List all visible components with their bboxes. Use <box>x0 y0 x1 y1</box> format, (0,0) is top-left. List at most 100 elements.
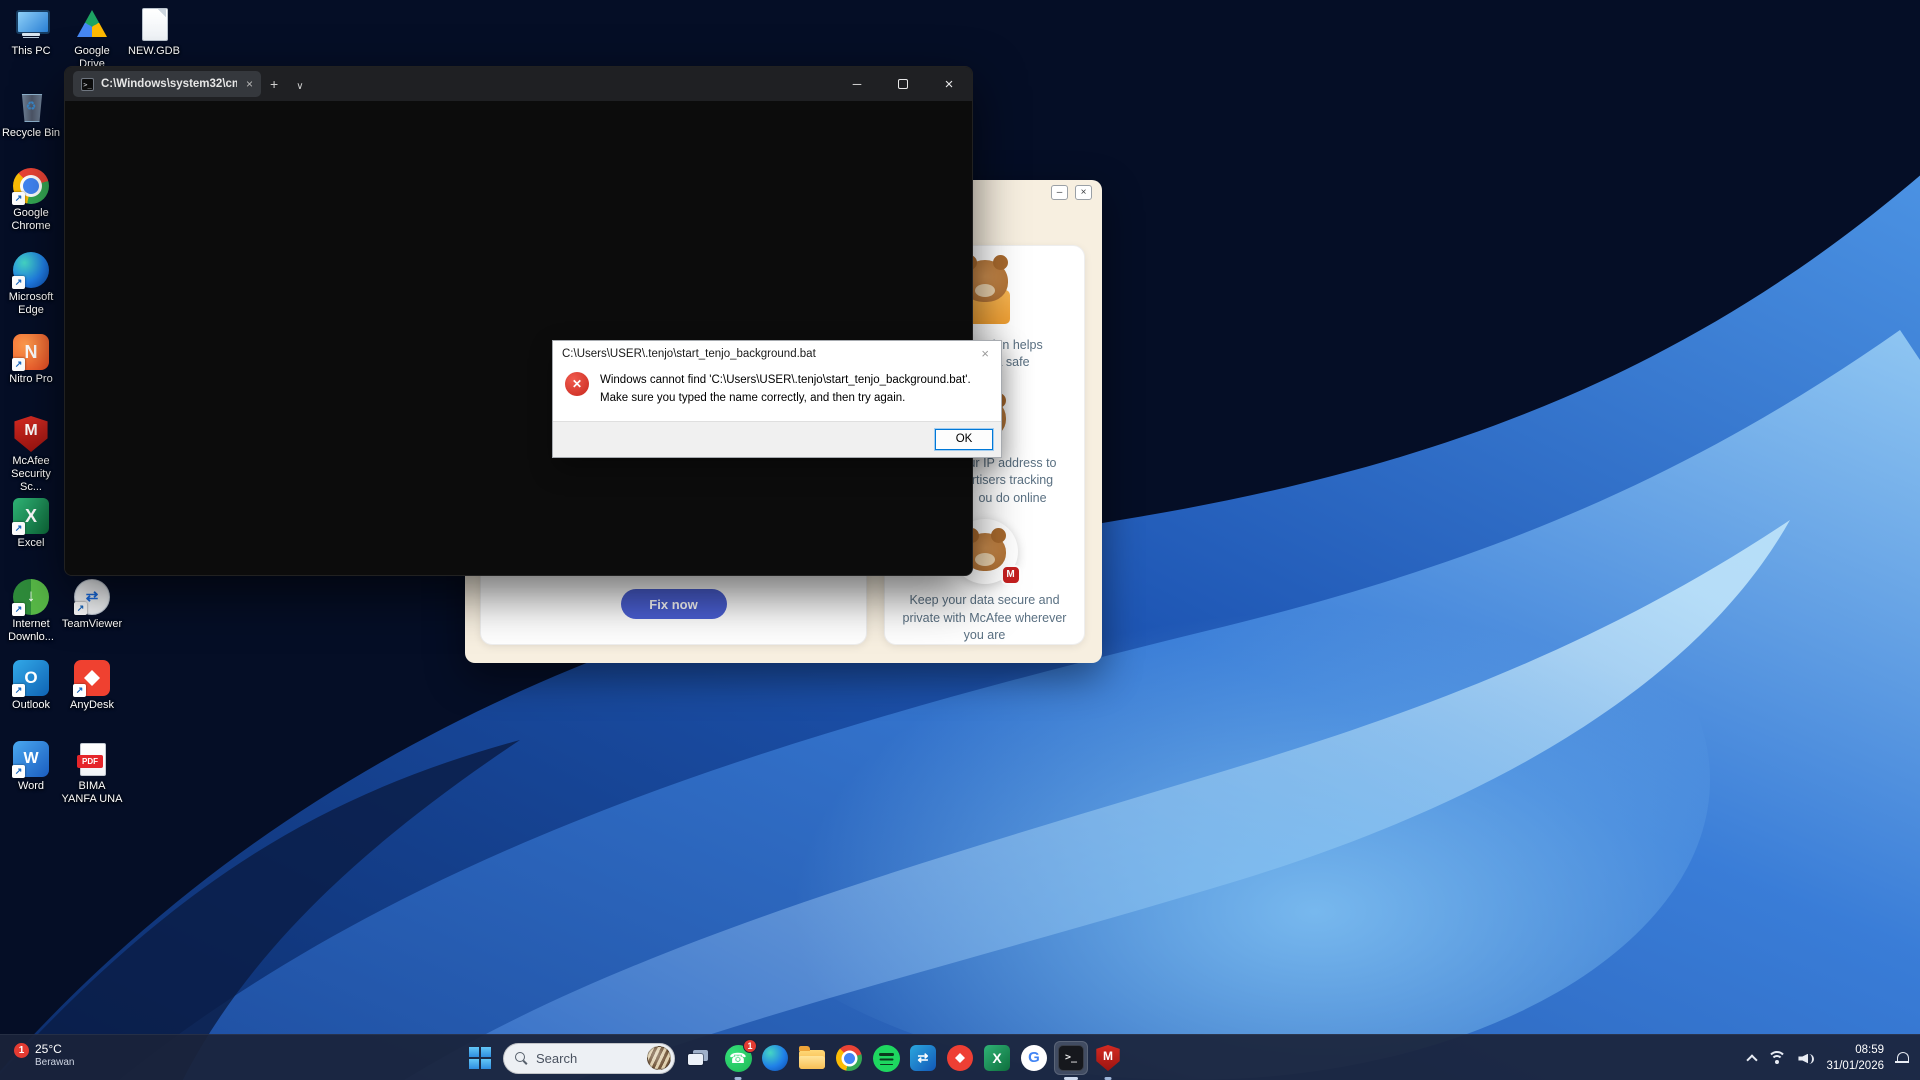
desktop-icon-microsoft-edge[interactable]: Microsoft Edge <box>0 252 62 317</box>
clock-time: 08:59 <box>1826 1042 1884 1058</box>
shortcut-arrow-icon <box>12 192 25 205</box>
weather-widget[interactable]: 1 25°C Berawan <box>14 1042 74 1068</box>
mcafee-m-badge <box>1001 565 1021 585</box>
desktop-icon-outlook[interactable]: Outlook <box>0 660 62 712</box>
teamviewer-icon <box>910 1045 936 1071</box>
desktop-icon-google-chrome[interactable]: Google Chrome <box>0 168 62 233</box>
error-message: Windows cannot find 'C:\Users\USER\.tenj… <box>600 372 978 408</box>
search-box[interactable]: Search <box>503 1043 675 1074</box>
recycle-bin-icon <box>13 88 49 124</box>
taskbar-terminal-button[interactable] <box>1054 1041 1088 1075</box>
anydesk-icon <box>947 1045 973 1071</box>
search-highlight-image[interactable] <box>647 1046 671 1070</box>
desktop-icon-label: Outlook <box>0 699 62 712</box>
shortcut-arrow-icon <box>12 522 25 535</box>
desktop-icon-label: Internet Downlo... <box>0 618 62 644</box>
windows-logo-icon <box>469 1047 491 1069</box>
taskbar-whatsapp-button[interactable]: 1 <box>721 1041 755 1075</box>
clock-date: 31/01/2026 <box>1826 1058 1884 1074</box>
desktop-icon-label: McAfee Security Sc... <box>0 455 62 495</box>
desktop-icon-idm[interactable]: Internet Downlo... <box>0 579 62 644</box>
task-view-button[interactable] <box>678 1040 718 1076</box>
search-icon <box>515 1052 528 1065</box>
error-dialog-titlebar[interactable]: C:\Users\USER\.tenjo\start_tenjo_backgro… <box>553 341 1001 366</box>
shortcut-arrow-icon <box>12 276 25 289</box>
terminal-content[interactable] <box>65 101 972 576</box>
clock[interactable]: 08:59 31/01/2026 <box>1826 1042 1884 1074</box>
terminal-titlebar[interactable]: C:\Windows\system32\cmd.e <box>65 67 972 101</box>
terminal-window: C:\Windows\system32\cmd.e <box>64 66 973 576</box>
mcafee-icon <box>1095 1045 1121 1071</box>
this-pc-icon <box>13 6 49 42</box>
search-placeholder: Search <box>536 1051 639 1066</box>
mcafee-close-button[interactable] <box>1075 185 1092 200</box>
shortcut-arrow-icon <box>12 358 25 371</box>
taskbar-file-explorer-button[interactable] <box>795 1041 829 1075</box>
ok-button[interactable]: OK <box>935 429 993 450</box>
chrome-icon <box>13 168 49 204</box>
desktop-icon-excel[interactable]: Excel <box>0 498 62 550</box>
desktop-icon-this-pc[interactable]: This PC <box>0 6 62 58</box>
taskbar-teamviewer-button[interactable] <box>906 1041 940 1075</box>
error-dialog: C:\Users\USER\.tenjo\start_tenjo_backgro… <box>552 340 1002 458</box>
google-drive-icon <box>74 6 110 42</box>
desktop-icon-google-drive[interactable]: Google Drive <box>61 6 123 71</box>
mcafee-minimize-button[interactable] <box>1051 185 1068 200</box>
shortcut-arrow-icon <box>74 602 87 615</box>
nitro-pro-icon <box>13 334 49 370</box>
desktop-icon-nitro-pro[interactable]: Nitro Pro <box>0 334 62 386</box>
taskbar-edge-button[interactable] <box>758 1041 792 1075</box>
desktop-icon-label: AnyDesk <box>61 699 123 712</box>
taskbar-excel-button[interactable] <box>980 1041 1014 1075</box>
taskbar-anydesk-button[interactable] <box>943 1041 977 1075</box>
file-explorer-icon <box>799 1050 825 1069</box>
tab-dropdown-icon[interactable] <box>287 76 312 92</box>
desktop-icon-anydesk[interactable]: AnyDesk <box>61 660 123 712</box>
new-tab-button[interactable] <box>261 76 287 92</box>
taskbar-mcafee-button[interactable] <box>1091 1041 1125 1075</box>
desktop-icon-teamviewer[interactable]: TeamViewer <box>61 579 123 631</box>
chrome-icon <box>836 1045 862 1071</box>
taskbar-google-button[interactable] <box>1017 1041 1051 1075</box>
terminal-icon <box>1058 1045 1084 1071</box>
start-button[interactable] <box>460 1040 500 1076</box>
notification-bell-icon[interactable] <box>1895 1051 1910 1065</box>
terminal-tab[interactable]: C:\Windows\system32\cmd.e <box>73 71 261 97</box>
desktop-icon-label: Microsoft Edge <box>0 291 62 317</box>
desktop-icon-mcafee[interactable]: McAfee Security Sc... <box>0 416 62 495</box>
desktop-icon-new-gdb[interactable]: NEW.GDB <box>123 6 185 58</box>
weather-badge: 1 <box>14 1043 29 1058</box>
tray-chevron-icon[interactable] <box>1747 1054 1758 1065</box>
weather-condition: Berawan <box>35 1057 74 1068</box>
edge-icon <box>762 1045 788 1071</box>
desktop-icon-label: BIMA YANFA UNA <box>61 780 123 806</box>
taskbar: 1 25°C Berawan Search 1 <box>0 1034 1920 1080</box>
desktop-icon-recycle-bin[interactable]: Recycle Bin <box>0 88 62 140</box>
tab-close-icon[interactable] <box>244 77 255 91</box>
cmd-icon <box>81 78 94 91</box>
desktop-icon-label: Excel <box>0 537 62 550</box>
excel-icon <box>984 1045 1010 1071</box>
maximize-button[interactable] <box>880 67 926 101</box>
shortcut-arrow-icon <box>12 684 25 697</box>
desktop-icon-label: TeamViewer <box>61 618 123 631</box>
desktop-icon-word[interactable]: Word <box>0 741 62 793</box>
taskbar-spotify-button[interactable] <box>869 1041 903 1075</box>
wifi-icon[interactable] <box>1767 1051 1787 1066</box>
fix-now-button[interactable]: Fix now <box>621 589 727 619</box>
minimize-button[interactable] <box>834 67 880 101</box>
anydesk-icon <box>74 660 110 696</box>
desktop-icon-bima-pdf[interactable]: BIMA YANFA UNA <box>61 741 123 806</box>
vpn-text-3: Keep your data secure and private with M… <box>900 592 1070 644</box>
desktop-icon-label: Word <box>0 780 62 793</box>
desktop-icon-label: NEW.GDB <box>123 45 185 58</box>
error-icon <box>565 372 589 396</box>
volume-icon[interactable] <box>1798 1051 1815 1066</box>
close-button[interactable] <box>926 67 972 101</box>
desktop-icon-label: Google Chrome <box>0 207 62 233</box>
file-icon <box>136 6 172 42</box>
taskbar-chrome-button[interactable] <box>832 1041 866 1075</box>
desktop: This PC Google Drive NEW.GDB Recycle Bin… <box>0 0 1920 1080</box>
shortcut-arrow-icon <box>73 684 86 697</box>
error-dialog-close-icon[interactable] <box>975 346 995 361</box>
